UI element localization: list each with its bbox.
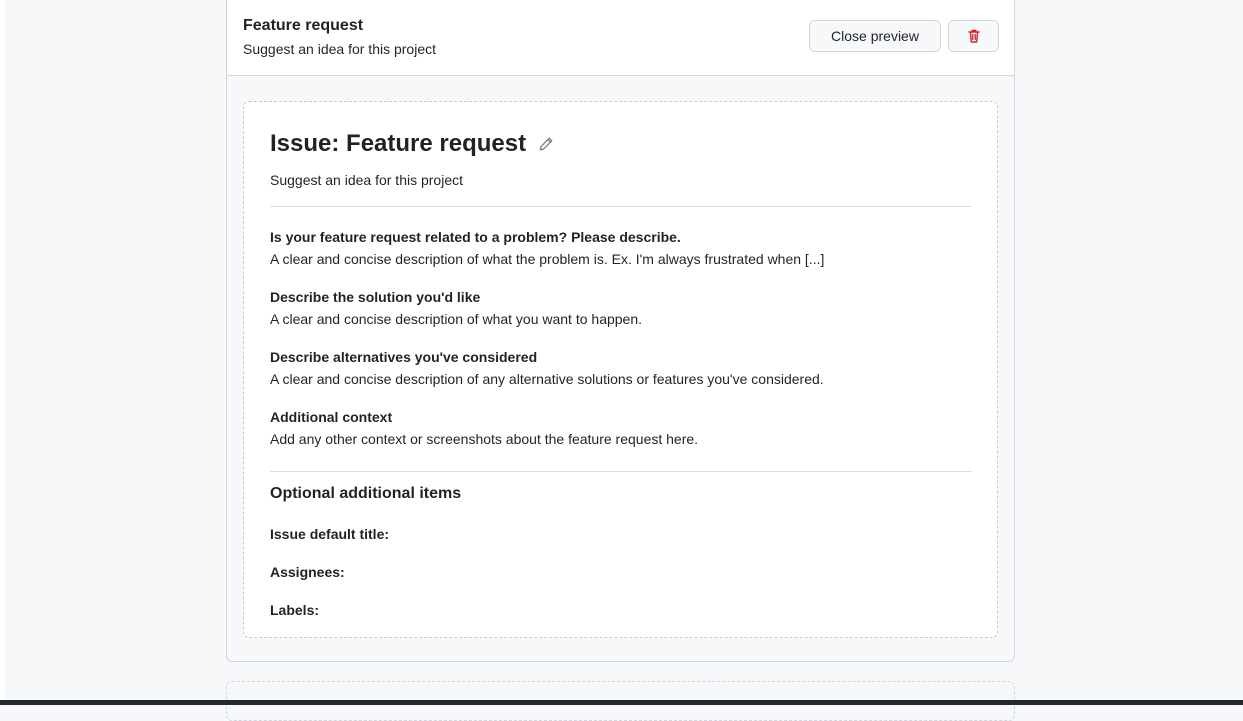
template-name: Feature request bbox=[243, 17, 364, 34]
preview-divider bbox=[270, 206, 972, 207]
template-section: Is your feature request related to a pro… bbox=[270, 228, 972, 268]
preview-divider bbox=[270, 471, 972, 472]
optional-items-heading: Optional additional items bbox=[270, 485, 462, 502]
preview-subtitle: Suggest an idea for this project bbox=[270, 172, 464, 188]
pencil-icon[interactable] bbox=[538, 136, 554, 152]
template-section: Describe alternatives you've considered … bbox=[270, 348, 972, 388]
section-body: A clear and concise description of what … bbox=[270, 311, 643, 327]
template-preview: Issue: Feature request Suggest an idea f… bbox=[243, 101, 998, 638]
bottom-bar bbox=[0, 700, 1243, 705]
template-section: Describe the solution you'd like A clear… bbox=[270, 288, 972, 328]
template-section: Additional context Add any other context… bbox=[270, 408, 972, 448]
preview-title-row: Issue: Feature request bbox=[270, 130, 554, 158]
close-preview-button[interactable]: Close preview bbox=[809, 20, 941, 52]
section-heading: Additional context bbox=[270, 409, 393, 425]
section-body: A clear and concise description of what … bbox=[270, 251, 825, 267]
default-title-label: Issue default title: bbox=[270, 526, 390, 542]
section-heading: Describe alternatives you've considered bbox=[270, 349, 538, 365]
section-heading: Is your feature request related to a pro… bbox=[270, 229, 681, 245]
template-description: Suggest an idea for this project bbox=[243, 41, 437, 57]
section-heading: Describe the solution you'd like bbox=[270, 289, 481, 305]
assignees-label: Assignees: bbox=[270, 564, 345, 580]
template-card-header: Feature request Suggest an idea for this… bbox=[227, 0, 1014, 76]
trash-icon bbox=[966, 28, 982, 44]
section-body: A clear and concise description of any a… bbox=[270, 371, 824, 387]
labels-label: Labels: bbox=[270, 602, 320, 618]
delete-template-button[interactable] bbox=[948, 20, 999, 52]
preview-title: Issue: Feature request bbox=[270, 130, 527, 157]
template-card: Feature request Suggest an idea for this… bbox=[226, 0, 1015, 662]
page-edge bbox=[0, 0, 5, 705]
section-body: Add any other context or screenshots abo… bbox=[270, 431, 699, 447]
